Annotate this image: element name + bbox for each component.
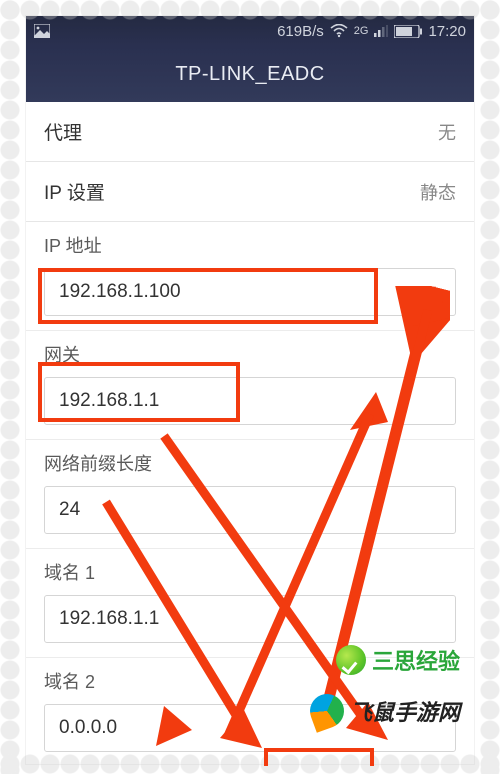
watermark-sansi: 三思经验 [336,644,460,676]
network-speed: 619B/s [277,23,324,40]
watermark-feishu: 飞鼠手游网 [310,694,460,728]
gateway-label: 网关 [44,341,456,367]
battery-icon [394,25,422,38]
page-title: TP-LINK_EADC [175,63,324,86]
dns1-input[interactable] [44,595,456,643]
sansi-logo-icon [336,645,366,675]
ip-address-input[interactable] [44,268,456,316]
row-proxy-value: 无 [438,119,456,145]
prefix-length-label: 网络前缀长度 [44,450,456,476]
field-prefix-length: 网络前缀长度 [26,440,474,549]
feishu-logo-icon [305,689,349,733]
row-ip-settings[interactable]: IP 设置 静态 [26,162,474,222]
clock: 17:20 [428,23,466,40]
picture-indicator-icon [34,24,50,38]
title-bar: TP-LINK_EADC [26,46,474,102]
watermark-feishu-text: 飞鼠手游网 [350,695,460,727]
row-ip-settings-value: 静态 [420,179,456,205]
network-type-badge: 2G [354,26,369,37]
status-bar: 619B/s 2G 17:20 [26,16,474,46]
prefix-length-input[interactable] [44,486,456,534]
wifi-icon [330,24,348,38]
field-gateway: 网关 [26,331,474,440]
dns1-label: 域名 1 [44,559,456,585]
field-ip-address: IP 地址 [26,222,474,331]
gateway-input[interactable] [44,377,456,425]
signal-icon [374,25,388,37]
ip-address-label: IP 地址 [44,232,456,258]
row-proxy[interactable]: 代理 无 [26,102,474,162]
row-proxy-label: 代理 [44,118,82,145]
field-dns1: 域名 1 [26,549,474,658]
row-ip-settings-label: IP 设置 [44,178,105,205]
watermark-sansi-text: 三思经验 [372,644,460,676]
